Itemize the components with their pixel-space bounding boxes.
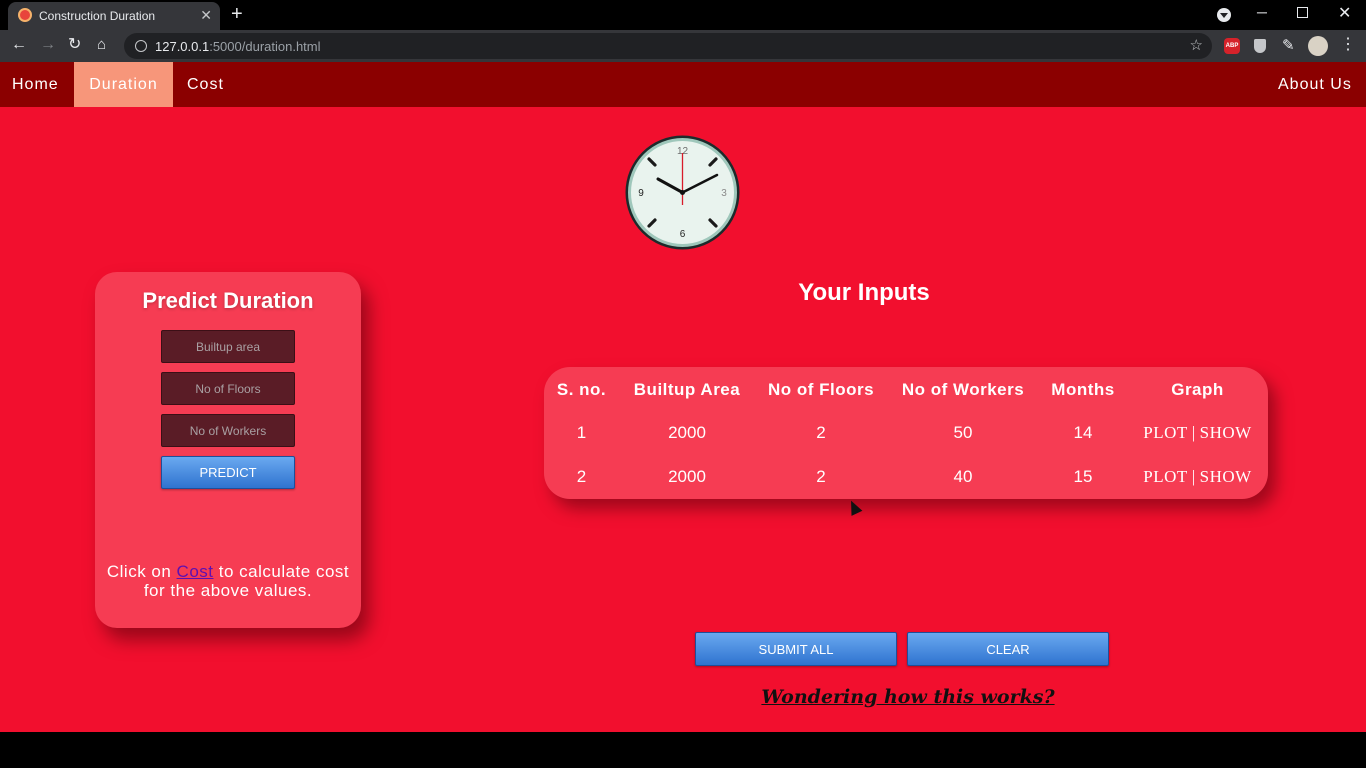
close-window-button[interactable]: ✕: [1338, 3, 1351, 23]
col-header: No of Workers: [901, 380, 1025, 399]
workers-input[interactable]: [161, 414, 295, 447]
predict-duration-card: Predict Duration PREDICT Click on Cost t…: [95, 272, 361, 628]
browser-toolbar: ← → ↻ ⌂ 127.0.0.1:5000/duration.html ☆ A…: [0, 30, 1366, 62]
plot-link[interactable]: PLOT: [1143, 423, 1188, 442]
builtup-area-input[interactable]: [161, 330, 295, 363]
nav-about-us[interactable]: About Us: [1278, 62, 1352, 107]
tab-title: Construction Duration: [39, 9, 156, 23]
cell-months: 15: [1073, 467, 1093, 486]
your-inputs-heading: Your Inputs: [798, 279, 930, 306]
table-header-row: S. no. Builtup Area No of Floors No of W…: [544, 367, 1268, 411]
clear-button[interactable]: CLEAR: [907, 632, 1109, 666]
graph-separator: |: [1191, 467, 1196, 486]
col-header: Graph: [1171, 380, 1224, 399]
cell-floors: 2: [816, 467, 826, 486]
nav-cost[interactable]: Cost: [187, 62, 224, 107]
floors-input[interactable]: [161, 372, 295, 405]
submit-all-button[interactable]: SUBMIT ALL: [695, 632, 897, 666]
cell-graph: PLOT | SHOW: [1127, 411, 1268, 455]
cell-months: 14: [1073, 423, 1093, 442]
plot-link[interactable]: PLOT: [1143, 467, 1188, 486]
inputs-table: S. no. Builtup Area No of Floors No of W…: [544, 367, 1268, 499]
cell-sno: 1: [576, 423, 587, 442]
site-info-icon[interactable]: [135, 40, 147, 52]
back-arrow-icon[interactable]: ←: [11, 35, 27, 55]
cell-area: 2000: [668, 467, 706, 486]
nav-duration[interactable]: Duration: [74, 62, 173, 107]
how-it-works-link[interactable]: Wondering how this works?: [760, 686, 1056, 708]
cell-floors: 2: [816, 423, 826, 442]
col-header: Builtup Area: [633, 380, 741, 399]
show-link[interactable]: SHOW: [1200, 467, 1252, 486]
clock-icon: 12 3 6 9: [625, 135, 740, 250]
cell-sno: 2: [576, 467, 587, 486]
browser-tab-bar: Construction Duration ✕ + ─ ✕: [0, 0, 1366, 30]
home-icon[interactable]: ⌂: [97, 35, 106, 55]
browser-tab[interactable]: Construction Duration ✕: [8, 2, 220, 30]
table-row: 2 2000 2 40 15 PLOT | SHOW: [544, 455, 1268, 499]
kebab-menu-icon[interactable]: ⋮: [1340, 36, 1356, 54]
clock-number-9: 9: [638, 188, 644, 199]
shield-extension-icon[interactable]: [1254, 39, 1266, 53]
col-header: No of Floors: [767, 380, 875, 399]
page: Home Duration Cost About Us 12 3 6 9 Pre…: [0, 62, 1366, 732]
cost-note: Click on Cost to calculate cost for the …: [106, 562, 350, 600]
cell-area: 2000: [668, 423, 706, 442]
cell-workers: 50: [953, 423, 973, 442]
address-bar[interactable]: 127.0.0.1:5000/duration.html ☆: [124, 33, 1212, 59]
minimize-button[interactable]: ─: [1257, 4, 1267, 20]
extensions-puzzle-icon[interactable]: ✎: [1282, 36, 1295, 54]
profile-avatar[interactable]: [1308, 36, 1328, 56]
tab-search-icon[interactable]: [1217, 8, 1231, 22]
maximize-button[interactable]: [1297, 7, 1308, 18]
clock-number-6: 6: [680, 229, 686, 240]
col-header: S. no.: [556, 380, 607, 399]
clock-number-3: 3: [721, 188, 727, 199]
cell-graph: PLOT | SHOW: [1127, 455, 1268, 499]
url-text[interactable]: 127.0.0.1:5000/duration.html: [155, 39, 321, 54]
new-tab-button[interactable]: +: [231, 4, 243, 24]
bookmark-star-icon[interactable]: ☆: [1190, 36, 1203, 54]
inputs-table-card: S. no. Builtup Area No of Floors No of W…: [544, 367, 1268, 499]
close-tab-icon[interactable]: ✕: [200, 7, 212, 24]
bottom-black-bar: [0, 732, 1366, 768]
table-row: 1 2000 2 50 14 PLOT | SHOW: [544, 411, 1268, 455]
forward-arrow-icon[interactable]: →: [40, 35, 56, 55]
cost-link[interactable]: Cost: [177, 562, 214, 581]
col-header: Months: [1051, 380, 1115, 399]
adblock-plus-icon[interactable]: ABP: [1224, 38, 1240, 54]
cell-workers: 40: [953, 467, 973, 486]
top-navbar: Home Duration Cost About Us: [0, 62, 1366, 107]
predict-button[interactable]: PREDICT: [161, 456, 295, 489]
reload-icon[interactable]: ↻: [68, 35, 81, 55]
alarm-clock-icon: [18, 8, 32, 22]
nav-home[interactable]: Home: [12, 62, 59, 107]
graph-separator: |: [1191, 423, 1196, 442]
predict-title: Predict Duration: [142, 288, 314, 313]
mouse-cursor-icon: [845, 498, 863, 516]
show-link[interactable]: SHOW: [1200, 423, 1252, 442]
